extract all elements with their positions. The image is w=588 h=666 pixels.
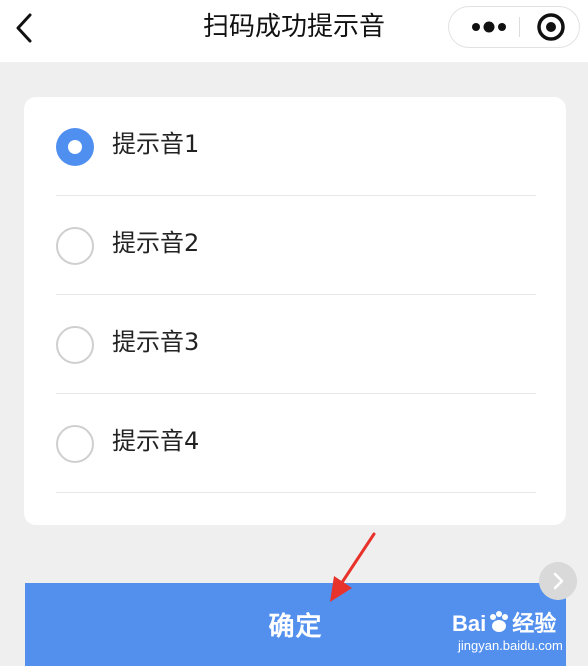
- radio-unchecked-icon[interactable]: [56, 326, 94, 364]
- divider: [56, 492, 536, 493]
- option-label: 提示音1: [112, 130, 200, 158]
- mini-program-capsule: [448, 6, 580, 48]
- capsule-divider: [519, 17, 520, 37]
- red-arrow-annotation-icon: [330, 532, 376, 602]
- option-label: 提示音2: [112, 229, 200, 257]
- option-label: 提示音4: [112, 427, 200, 455]
- baidu-jingyan-watermark: Bai 经验 jingyan.baidu.com: [448, 604, 588, 664]
- radio-checked-icon[interactable]: [56, 128, 94, 166]
- option-sound-4[interactable]: 提示音4: [56, 394, 536, 493]
- watermark-brand: Bai 经验: [452, 611, 557, 636]
- watermark-site: jingyan.baidu.com: [458, 638, 563, 653]
- radio-unchecked-icon[interactable]: [56, 425, 94, 463]
- more-dots-icon[interactable]: [467, 7, 511, 47]
- navigation-bar: 扫码成功提示音: [0, 0, 588, 62]
- option-sound-1[interactable]: 提示音1: [56, 97, 536, 196]
- option-sound-2[interactable]: 提示音2: [56, 196, 536, 295]
- target-circle-icon[interactable]: [531, 7, 571, 47]
- option-label: 提示音3: [112, 328, 200, 356]
- sound-options-card: 提示音1 提示音2 提示音3 提示音4: [24, 97, 566, 525]
- radio-unchecked-icon[interactable]: [56, 227, 94, 265]
- floating-chevron-right-icon[interactable]: [539, 562, 577, 600]
- paw-icon: [490, 611, 509, 632]
- option-sound-3[interactable]: 提示音3: [56, 295, 536, 394]
